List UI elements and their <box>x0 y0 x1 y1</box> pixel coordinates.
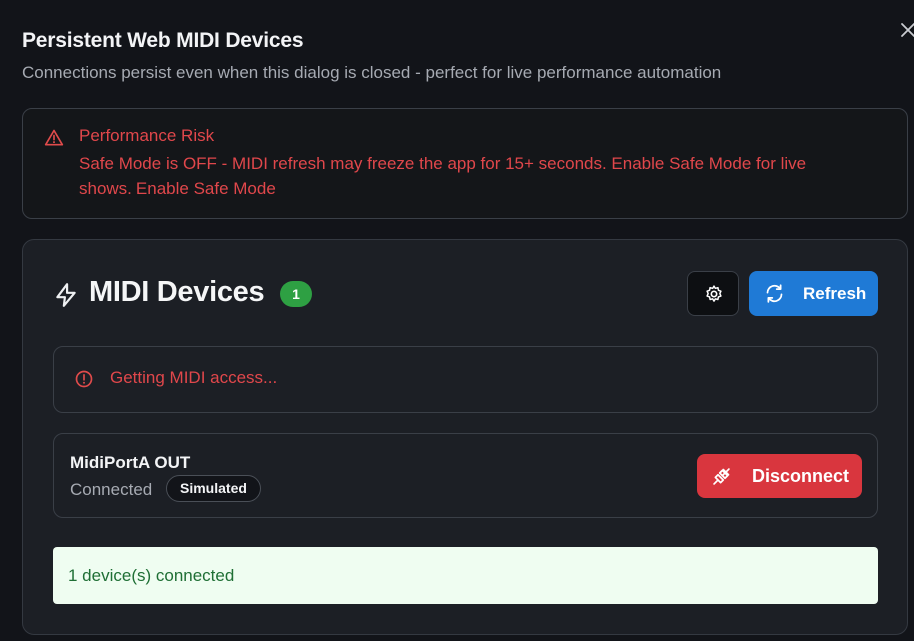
device-name: MidiPortA OUT <box>70 453 191 472</box>
risk-message-block: Safe Mode is OFF - MIDI refresh may free… <box>79 151 889 201</box>
enable-safe-mode-link[interactable]: Enable Safe Mode <box>136 179 276 198</box>
refresh-icon <box>766 284 783 303</box>
disconnect-label: Disconnect <box>752 466 850 486</box>
close-button[interactable] <box>898 20 914 40</box>
refresh-button[interactable]: Refresh <box>749 271 878 316</box>
risk-title: Performance Risk <box>79 126 215 145</box>
midi-devices-dialog: Persistent Web MIDI Devices Connections … <box>0 0 914 641</box>
refresh-label: Refresh <box>803 284 867 303</box>
dialog-subtitle: Connections persist even when this dialo… <box>22 63 722 82</box>
access-status-text: Getting MIDI access... <box>110 368 278 387</box>
connection-summary: 1 device(s) connected <box>53 547 878 604</box>
settings-button[interactable] <box>687 271 739 316</box>
midi-devices-panel: MIDI Devices 1 Refresh Getting MIDI acce… <box>22 239 908 635</box>
simulated-badge: Simulated <box>166 475 261 502</box>
connection-summary-text: 1 device(s) connected <box>68 566 235 585</box>
unplug-icon <box>713 468 730 485</box>
performance-risk-alert: Performance Risk Safe Mode is OFF - MIDI… <box>22 108 908 219</box>
close-icon <box>901 23 914 37</box>
alert-circle-icon <box>75 370 93 388</box>
warning-triangle-icon <box>44 129 64 146</box>
device-count-badge: 1 <box>280 281 312 307</box>
panel-title: MIDI Devices <box>89 276 265 308</box>
gear-icon <box>706 285 722 302</box>
device-row: MidiPortA OUT Connected Simulated Discon… <box>53 433 878 518</box>
lightning-bolt-icon <box>56 283 76 307</box>
disconnect-button[interactable]: Disconnect <box>697 454 862 498</box>
dialog-title: Persistent Web MIDI Devices <box>22 29 304 52</box>
midi-access-status: Getting MIDI access... <box>53 346 878 413</box>
device-status: Connected <box>70 480 153 499</box>
